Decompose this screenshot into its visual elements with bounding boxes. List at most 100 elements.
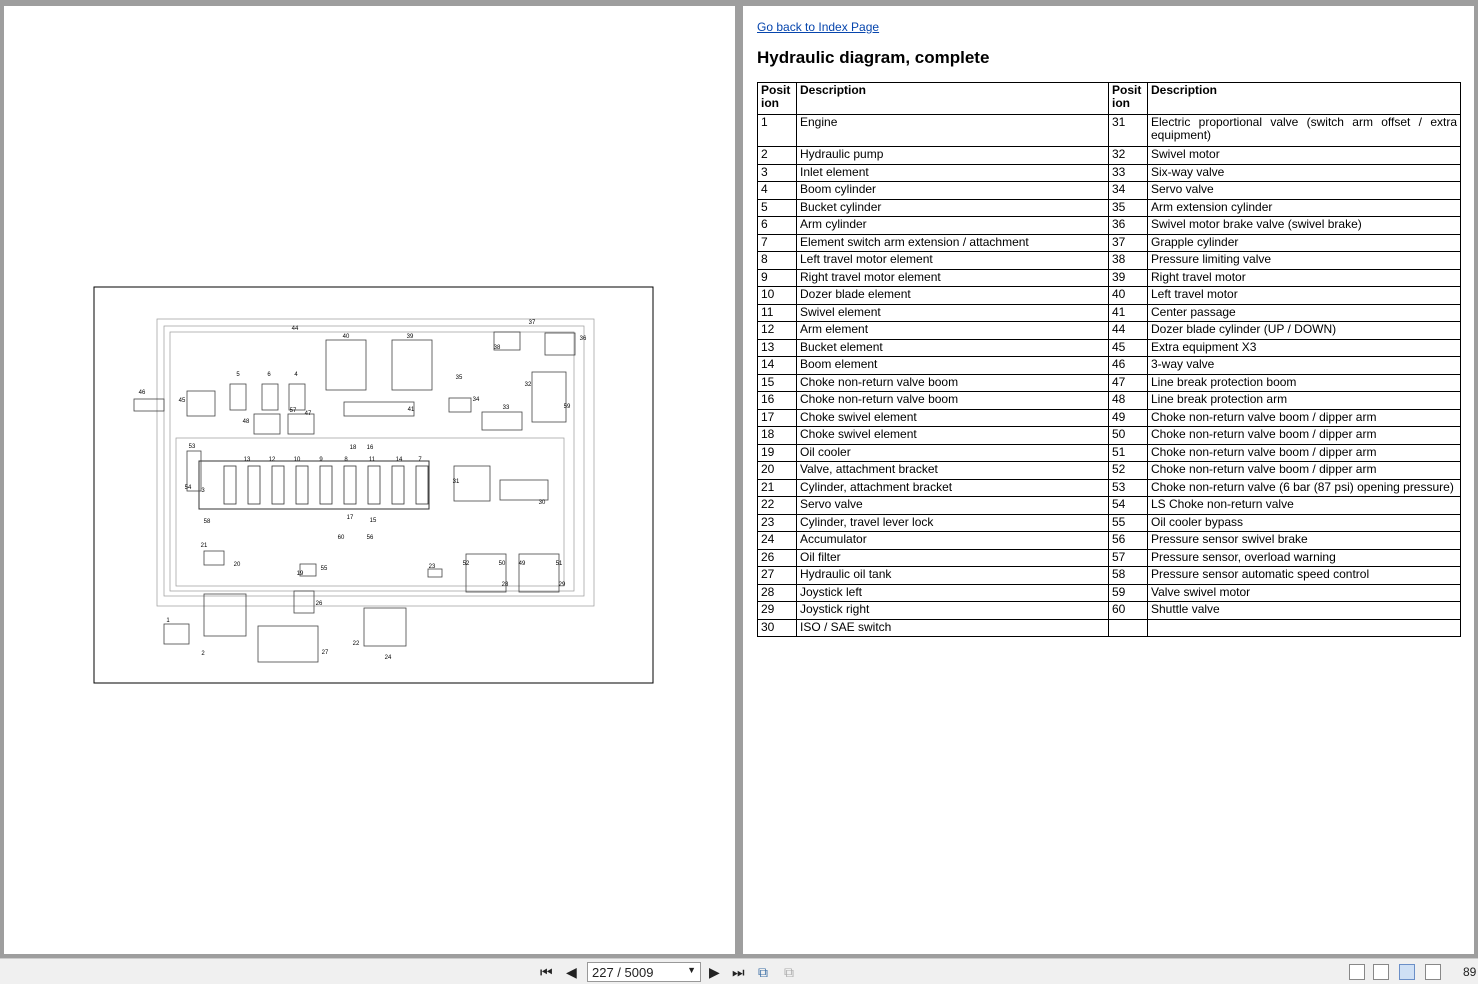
description-cell: Oil cooler	[796, 443, 1109, 462]
description-cell: Arm extension cylinder	[1147, 198, 1461, 217]
description-cell: Pressure sensor automatic speed control	[1147, 566, 1461, 585]
position-cell: 16	[757, 391, 797, 410]
diagram-label: 16	[367, 445, 374, 451]
position-cell: 46	[1108, 356, 1148, 375]
description-cell: Choke non-return valve boom / dipper arm	[1147, 408, 1461, 427]
description-cell: Left travel motor element	[796, 251, 1109, 270]
position-cell: 14	[757, 356, 797, 375]
table-row: 12 Arm element 44 Dozer blade cylinder (UP …	[757, 321, 1461, 340]
diagram-label: 39	[407, 334, 414, 340]
position-cell: 6	[757, 216, 797, 235]
diagram-label: 18	[350, 445, 357, 451]
position-cell: 33	[1108, 163, 1148, 182]
table-row: 21 Cylinder, attachment bracket 53 Choke no…	[757, 478, 1461, 497]
table-row: 4 Boom cylinder 34 Servo valve	[757, 181, 1461, 200]
position-cell: 15	[757, 373, 797, 392]
description-cell: Arm element	[796, 321, 1109, 340]
description-cell: 3-way valve	[1147, 356, 1461, 375]
diagram-label: 17	[347, 515, 354, 521]
diagram-label: 23	[429, 564, 436, 570]
two-page-view-icon[interactable]	[1399, 964, 1415, 980]
table-row: 9 Right travel motor element 39 Right trave…	[757, 268, 1461, 287]
page-number-input[interactable]: 227 / 5009 ▼	[587, 962, 701, 982]
go-forward-view-icon[interactable]: ⧉	[784, 964, 794, 981]
table-row: 19 Oil cooler 51 Choke non-return valve boo…	[757, 443, 1461, 462]
continuous-view-icon[interactable]	[1373, 964, 1389, 980]
description-cell: Center passage	[1147, 303, 1461, 322]
description-cell: Cylinder, travel lever lock	[796, 513, 1109, 532]
position-cell: 40	[1108, 286, 1148, 305]
diagram-label: 49	[519, 561, 526, 567]
left-page: 44 40 39 37 38 36 46 45 5 6 4 47 57 48 41 35 34 33 32 59 53 1…	[4, 6, 735, 954]
description-cell: Left travel motor	[1147, 286, 1461, 305]
diagram-label: 27	[322, 650, 329, 656]
position-cell: 59	[1108, 583, 1148, 602]
diagram-label: 11	[369, 457, 376, 463]
diagram-label: 30	[539, 500, 546, 506]
table-row: 27 Hydraulic oil tank 58 Pressure sensor au…	[757, 566, 1461, 585]
position-cell: 55	[1108, 513, 1148, 532]
table-row: 7 Element switch arm extension / attachme…	[757, 233, 1461, 252]
position-cell: 56	[1108, 531, 1148, 550]
diagram-label: 29	[559, 582, 566, 588]
position-cell: 27	[757, 566, 797, 585]
two-page-continuous-view-icon[interactable]	[1425, 964, 1441, 980]
diagram-label: 19	[297, 571, 304, 577]
diagram-label: 38	[494, 345, 501, 351]
position-cell: 28	[757, 583, 797, 602]
last-page-button[interactable]: ⏭	[732, 964, 745, 981]
diagram-label: 41	[408, 407, 415, 413]
table-row: 26 Oil filter 57 Pressure sensor, overload …	[757, 548, 1461, 567]
position-cell: 18	[757, 426, 797, 445]
position-cell: 52	[1108, 461, 1148, 480]
previous-page-icon[interactable]: ◀	[566, 964, 577, 981]
go-back-view-icon[interactable]: ⧉	[758, 964, 768, 981]
position-cell: 32	[1108, 146, 1148, 165]
first-page-button[interactable]: ⏮	[540, 964, 553, 981]
description-cell: Choke non-return valve boom / dipper arm	[1147, 426, 1461, 445]
position-cell: 21	[757, 478, 797, 497]
position-cell: 12	[757, 321, 797, 340]
diagram-label: 10	[294, 457, 301, 463]
position-cell: 10	[757, 286, 797, 305]
table-row: 18 Choke swivel element 50 Choke non-return…	[757, 426, 1461, 445]
next-page-icon[interactable]: ▶	[709, 964, 720, 981]
chevron-down-icon[interactable]: ▼	[687, 965, 696, 975]
description-cell: Choke non-return valve boom / dipper arm	[1147, 443, 1461, 462]
description-cell: Hydraulic pump	[796, 146, 1109, 165]
position-cell: 1	[757, 114, 797, 147]
position-cell: 54	[1108, 496, 1148, 515]
diagram-label: 54	[185, 485, 192, 491]
single-page-view-icon[interactable]	[1349, 964, 1365, 980]
position-cell: 17	[757, 408, 797, 427]
diagram-label: 50	[499, 561, 506, 567]
diagram-label: 13	[244, 457, 251, 463]
description-cell: Dozer blade element	[796, 286, 1109, 305]
back-to-index-link[interactable]: Go back to Index Page	[757, 20, 879, 34]
table-row: 29 Joystick right 60 Shuttle valve	[757, 601, 1461, 620]
page-title: Hydraulic diagram, complete	[757, 48, 990, 67]
zoom-level[interactable]: 89	[1463, 965, 1476, 979]
right-page: Go back to Index Page Hydraulic diagram,…	[743, 6, 1474, 954]
description-cell: Valve swivel motor	[1147, 583, 1461, 602]
position-cell: 44	[1108, 321, 1148, 340]
description-cell: Swivel motor	[1147, 146, 1461, 165]
position-cell: 34	[1108, 181, 1148, 200]
description-cell: Swivel element	[796, 303, 1109, 322]
diagram-label: 24	[385, 655, 392, 661]
position-cell: 37	[1108, 233, 1148, 252]
diagram-label: 14	[396, 457, 403, 463]
diagram-frame	[93, 286, 654, 684]
table-row: 24 Accumulator 56 Pressure sensor swivel br…	[757, 531, 1461, 550]
diagram-label: 55	[321, 566, 328, 572]
table-row: 8 Left travel motor element 38 Pressure lim…	[757, 251, 1461, 270]
header-description: Description	[796, 82, 1109, 115]
diagram-label: 32	[525, 382, 532, 388]
description-cell: Pressure limiting valve	[1147, 251, 1461, 270]
table-row: 3 Inlet element 33 Six-way valve	[757, 163, 1461, 182]
description-cell: Bucket cylinder	[796, 198, 1109, 217]
table-row: 14 Boom element 46 3-way valve	[757, 356, 1461, 375]
diagram-label: 52	[463, 561, 470, 567]
position-cell: 7	[757, 233, 797, 252]
position-cell: 58	[1108, 566, 1148, 585]
